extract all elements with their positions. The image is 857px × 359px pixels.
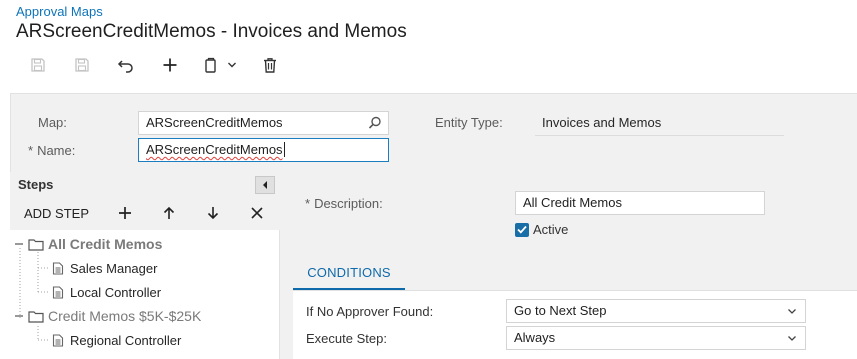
tree-item-local-controller[interactable]: Local Controller <box>52 280 161 304</box>
name-label: * Name: <box>28 143 76 158</box>
document-icon <box>52 285 64 299</box>
save-button[interactable] <box>16 52 60 78</box>
caret-left-icon <box>263 181 267 189</box>
copy-paste-icon <box>205 57 216 73</box>
add-icon <box>163 58 177 72</box>
add-icon <box>119 207 132 219</box>
tree-item-sales-manager[interactable]: Sales Manager <box>52 256 157 280</box>
steps-toolbar: ADD STEP <box>10 196 280 230</box>
tree-item-label: Regional Controller <box>70 332 182 348</box>
checkmark-icon <box>517 225 527 234</box>
entity-type-value: Invoices and Memos <box>535 110 784 136</box>
execute-step-label: Execute Step: <box>306 331 387 346</box>
breadcrumb[interactable]: Approval Maps <box>16 4 103 19</box>
search-icon[interactable] <box>368 116 382 130</box>
map-label: Map: <box>38 115 67 130</box>
add-step-button[interactable]: ADD STEP <box>24 206 89 221</box>
main-toolbar <box>16 52 292 78</box>
description-value: All Credit Memos <box>523 195 622 210</box>
active-checkbox-row[interactable]: Active <box>515 222 568 237</box>
chevron-down-icon <box>788 336 796 341</box>
save-close-icon <box>75 58 89 72</box>
execute-step-value: Always <box>514 330 556 345</box>
tab-conditions[interactable]: CONDITIONS <box>293 256 405 290</box>
delete-icon <box>264 58 276 73</box>
active-checkbox[interactable] <box>515 222 529 237</box>
add-button[interactable] <box>148 52 192 78</box>
required-marker: * <box>28 143 34 158</box>
document-icon <box>52 333 64 347</box>
move-down-button[interactable] <box>191 200 235 226</box>
delete-step-button[interactable] <box>235 200 279 226</box>
steps-title: Steps <box>18 177 54 192</box>
name-value: ARScreenCreditMemos <box>146 142 283 157</box>
active-label: Active <box>533 222 569 237</box>
tree-item-label: All Credit Memos <box>48 236 163 252</box>
description-label: * Description: <box>305 196 383 211</box>
if-no-approver-select[interactable]: Go to Next Step <box>506 299 806 323</box>
tree-item-all-credit-memos[interactable]: All Credit Memos <box>14 232 162 256</box>
page-title: ARScreenCreditMemos - Invoices and Memos <box>16 21 407 42</box>
if-no-approver-label: If No Approver Found: <box>306 304 434 319</box>
collapse-node-icon[interactable] <box>14 311 24 321</box>
undo-button[interactable] <box>104 52 148 78</box>
chevron-down-icon <box>788 309 796 314</box>
chevron-down-icon <box>228 62 236 68</box>
collapse-panel-button[interactable] <box>255 176 275 194</box>
delete-button[interactable] <box>248 52 292 78</box>
tree-item-label: Local Controller <box>70 284 162 300</box>
description-field[interactable]: All Credit Memos <box>515 191 765 215</box>
undo-icon <box>117 60 133 73</box>
arrow-up-icon <box>163 206 175 219</box>
tree-item-regional-controller[interactable]: Regional Controller <box>52 328 181 352</box>
tree-item-label: Credit Memos $5K-$25K <box>48 308 202 324</box>
arrow-down-icon <box>207 207 219 220</box>
entity-type-label: Entity Type: <box>435 115 503 130</box>
close-icon <box>251 207 263 219</box>
save-icon <box>31 58 45 72</box>
add-rule-button[interactable] <box>103 200 147 226</box>
document-icon <box>52 261 64 275</box>
copy-paste-menu-button[interactable] <box>192 52 248 78</box>
steps-header: Steps <box>10 172 280 196</box>
collapse-node-icon[interactable] <box>14 239 24 249</box>
save-close-button[interactable] <box>60 52 104 78</box>
map-value: ARScreenCreditMemos <box>146 115 283 130</box>
steps-panel: Steps ADD STEP All Credit Memos Sales Ma… <box>10 172 280 359</box>
folder-icon <box>28 310 44 323</box>
map-selector[interactable]: ARScreenCreditMemos <box>138 111 389 135</box>
if-no-approver-value: Go to Next Step <box>514 303 607 318</box>
name-field[interactable]: ARScreenCreditMemos <box>138 138 389 162</box>
required-marker: * <box>305 196 311 211</box>
tree-item-credit-memos-5k-25k[interactable]: Credit Memos $5K-$25K <box>14 304 201 328</box>
execute-step-select[interactable]: Always <box>506 326 806 350</box>
move-up-button[interactable] <box>147 200 191 226</box>
folder-icon <box>28 238 44 251</box>
tab-bar: CONDITIONS <box>293 256 857 290</box>
tree-item-label: Sales Manager <box>70 260 158 276</box>
